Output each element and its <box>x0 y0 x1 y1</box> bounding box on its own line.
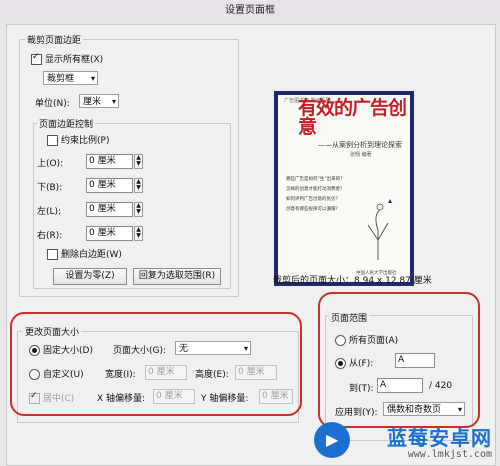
bottom-margin-label: 下(B): <box>37 183 63 193</box>
unit-label: 单位(N): <box>35 99 70 109</box>
watermark-name: 蓝莓安卓网 <box>387 426 492 450</box>
left-margin-spinner[interactable]: ▲ ▼ <box>134 202 143 217</box>
revert-to-selection-button[interactable]: 回复为选取范围(R) <box>133 268 221 285</box>
bottom-margin-input[interactable]: 0 厘米 <box>86 178 133 193</box>
remove-white-margins-label: 删除白边距(W) <box>61 250 122 260</box>
top-margin-spinner[interactable]: ▲ ▼ <box>134 154 143 169</box>
chevron-down-icon: ▾ <box>111 97 116 106</box>
box-type-select[interactable]: 裁剪框 ▾ <box>43 71 98 85</box>
annotation-highlight-page-range <box>318 292 480 428</box>
constrain-proportions-label: 约束比例(P) <box>61 136 110 146</box>
right-margin-input[interactable]: 0 厘米 <box>86 226 133 241</box>
box-type-value: 裁剪框 <box>47 74 75 84</box>
cover-subtitle: ——从案例分析到理论探索 <box>318 141 402 149</box>
top-margin-input[interactable]: 0 厘米 <box>86 154 133 169</box>
left-margin-input[interactable]: 0 厘米 <box>86 202 133 217</box>
right-margin-label: 右(R): <box>37 231 63 241</box>
cover-bullet-lines: 哪些广告是如何“生”出来的？ 怎样的创意才能打动消费者？ 如何评判广告创意的优劣… <box>286 175 345 215</box>
show-all-boxes-label: 显示所有框(X) <box>45 55 104 65</box>
cover-line: 怎样的创意才能打动消费者？ <box>286 187 345 192</box>
set-to-zero-button[interactable]: 设置为零(Z) <box>53 268 127 285</box>
left-margin-label: 左(L): <box>37 207 62 217</box>
unit-value: 厘米 <box>83 97 102 107</box>
show-all-boxes-checkbox[interactable] <box>31 52 42 65</box>
cover-line: 创意有哪些规律可以遵循？ <box>286 207 340 212</box>
cover-title: 有效的广告创意 <box>298 97 407 138</box>
top-margin-label: 上(O): <box>37 159 64 169</box>
unit-select[interactable]: 厘米 ▾ <box>79 94 119 108</box>
cover-author: 张翔 编著 <box>350 152 372 158</box>
cover-line: 如何评判广告创意的优劣？ <box>286 197 340 202</box>
margin-control-label: 页面边距控制 <box>37 117 96 130</box>
page-preview: 广告图书馆·新创系列 有效的广告创意 ——从案例分析到理论探索 张翔 编著 哪些… <box>274 91 414 286</box>
watermark: 蓝莓安卓网 www.lmkjst.com <box>387 422 492 460</box>
chevron-down-icon: ▾ <box>90 74 95 83</box>
right-margin-spinner[interactable]: ▲ ▼ <box>134 226 143 241</box>
cover-line: 哪些广告是如何“生”出来的？ <box>286 177 345 182</box>
book-cover: 广告图书馆·新创系列 有效的广告创意 ——从案例分析到理论探索 张翔 编著 哪些… <box>278 95 410 282</box>
cover-illustration <box>367 199 392 260</box>
remove-white-margins-checkbox[interactable] <box>47 249 58 260</box>
constrain-proportions-checkbox[interactable] <box>47 135 58 146</box>
cropped-size-caption: 裁剪后的页面大小：8.94 x 12.87 厘米 <box>273 276 432 286</box>
watermark-logo-icon <box>314 422 350 458</box>
annotation-highlight-page-size <box>10 312 302 416</box>
bottom-margin-spinner[interactable]: ▲ ▼ <box>134 178 143 193</box>
window-title: 设置页面框 <box>0 0 500 22</box>
crop-margins-label: 裁剪页面边距 <box>25 33 84 46</box>
